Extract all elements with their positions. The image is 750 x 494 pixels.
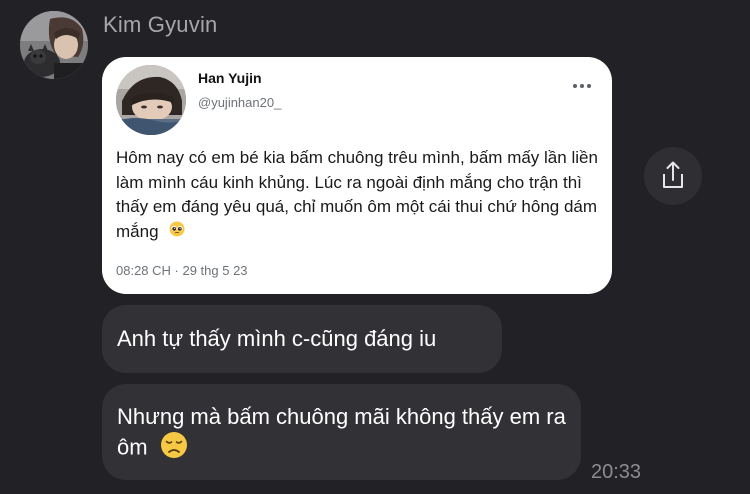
tweet-text: Hôm nay có em bé kia bấm chuông trêu mìn… bbox=[116, 146, 604, 244]
chat-view: Kim Gyuvin Han Yujin @yujinhan20_ Hôm na… bbox=[0, 0, 750, 494]
tweet-author-handle[interactable]: @yujinhan20_ bbox=[198, 95, 281, 110]
message-text: Anh tự thấy mình c-cũng đáng iu bbox=[117, 326, 437, 351]
more-dots-icon[interactable] bbox=[572, 77, 592, 95]
message-bubble[interactable]: Anh tự thấy mình c-cũng đáng iu bbox=[102, 305, 502, 373]
shared-tweet-card[interactable]: Han Yujin @yujinhan20_ Hôm nay có em bé … bbox=[102, 57, 612, 294]
pleading-face-emoji bbox=[169, 220, 185, 245]
tweet-author-name[interactable]: Han Yujin bbox=[198, 70, 262, 86]
tweet-timestamp: 08:28 CH · 29 thg 5 23 bbox=[116, 263, 248, 278]
tweet-author-avatar[interactable] bbox=[116, 65, 186, 135]
sender-name: Kim Gyuvin bbox=[103, 12, 218, 37]
sender-avatar-image bbox=[20, 11, 88, 79]
message-bubble[interactable]: Nhưng mà bấm chuông mãi không thấy em ra… bbox=[102, 384, 581, 480]
disappointed-face-emoji bbox=[160, 431, 188, 466]
message-time: 20:33 bbox=[591, 461, 642, 483]
sender-avatar[interactable] bbox=[20, 11, 88, 79]
tweet-author-avatar-image bbox=[116, 65, 186, 135]
share-icon bbox=[663, 161, 683, 188]
share-button[interactable] bbox=[644, 147, 702, 205]
tweet-text-body: Hôm nay có em bé kia bấm chuông trêu mìn… bbox=[116, 148, 598, 241]
